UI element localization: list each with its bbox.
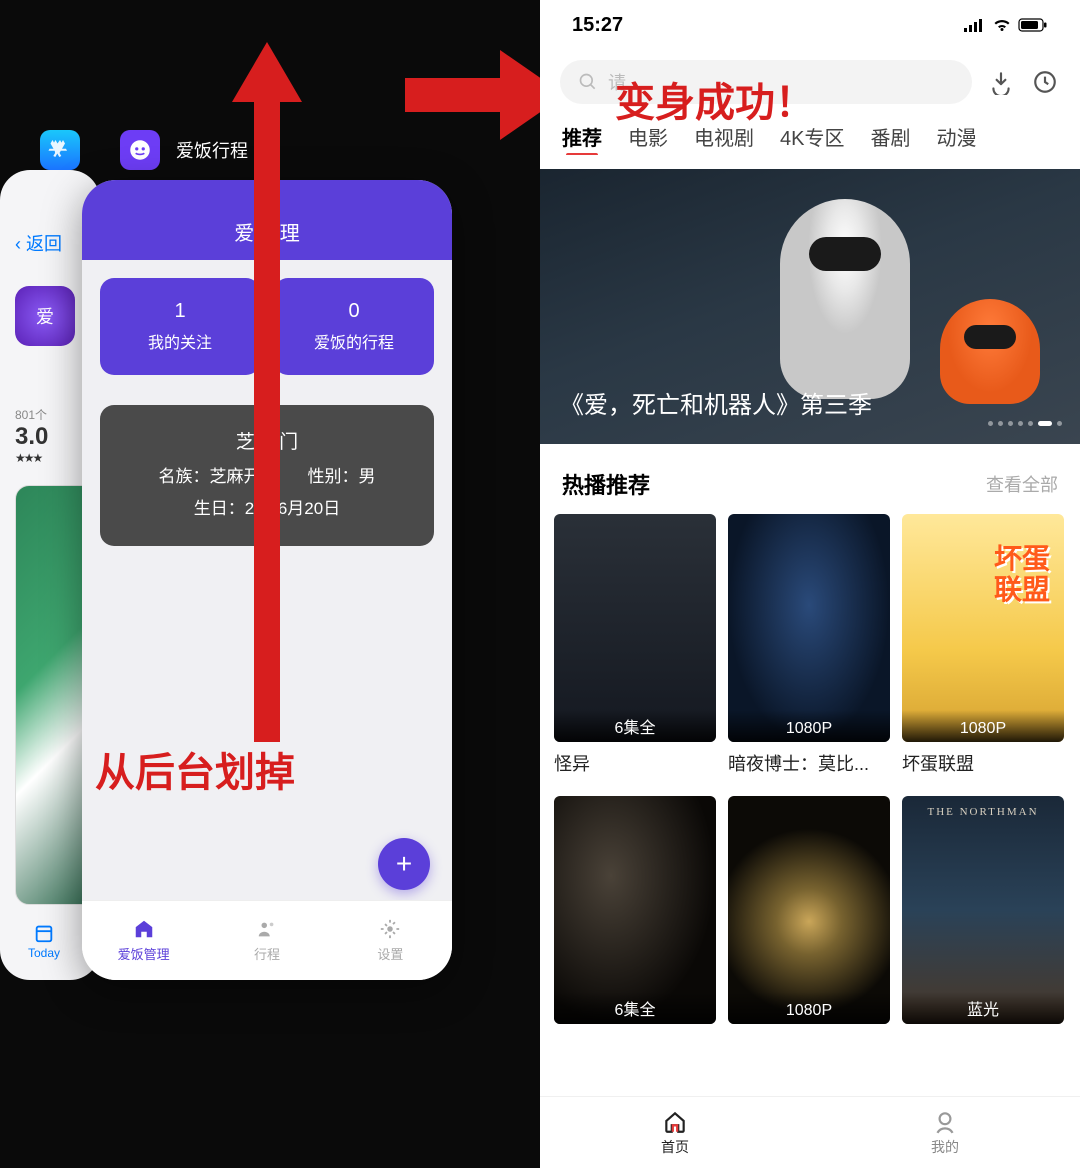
app-avatar: 爱 (15, 286, 75, 346)
right-screenshot: 15:27 请 推荐 电影 电视剧 4K专区 番剧 动漫 《爱，死亡和机器人》第… (540, 0, 1080, 1168)
view-all-link[interactable]: 查看全部 (986, 471, 1058, 497)
search-icon (578, 72, 598, 92)
poster-card[interactable]: 1080P 坏蛋联盟 (902, 514, 1064, 776)
download-icon[interactable] (986, 67, 1016, 97)
switcher-icon-row: 爱饭行程 (40, 130, 248, 170)
battery-icon (1018, 18, 1048, 32)
poster-card[interactable]: 1080P 暗夜博士：莫比... (728, 514, 890, 776)
poster-card[interactable]: 1080P (728, 796, 890, 1024)
tab-anime[interactable]: 动漫 (936, 122, 976, 151)
rating-stars: ★★★ (15, 451, 85, 465)
arrow-up-icon (232, 42, 302, 742)
wifi-icon (992, 17, 1012, 33)
poster-card[interactable]: 6集全 怪异 (554, 514, 716, 776)
banner-robot-orange (940, 299, 1040, 404)
annotation-swipe-away: 从后台划掉 (95, 740, 295, 798)
banner-pagination (988, 421, 1062, 426)
section-title: 热播推荐 (562, 468, 650, 500)
hero-banner[interactable]: 《爱，死亡和机器人》第三季 (540, 169, 1080, 444)
nav-mine[interactable]: 我的 (810, 1097, 1080, 1168)
poster-card[interactable]: 蓝光 (902, 796, 1064, 1024)
aifan-app-icon (120, 130, 160, 170)
history-icon[interactable] (1030, 67, 1060, 97)
nav-home[interactable]: 首页 (540, 1097, 810, 1168)
poster-row-2: 6集全 1080P 蓝光 (540, 796, 1080, 1024)
poster-row-1: 6集全 怪异 1080P 暗夜博士：莫比... 1080P 坏蛋联盟 (540, 514, 1080, 776)
banner-robot-white (780, 199, 910, 399)
add-fab-button[interactable]: + (378, 838, 430, 890)
tab-schedule[interactable]: 行程 (205, 901, 328, 980)
tab-manage[interactable]: 爱饭管理 (82, 901, 205, 980)
bottom-navigation: 首页 我的 (540, 1096, 1080, 1168)
status-time: 15:27 (572, 14, 623, 37)
appstore-icon (40, 130, 80, 170)
rating-value: 3.0 (15, 423, 85, 451)
back-link[interactable]: ‹ 返回 (15, 234, 62, 254)
banner-title: 《爱，死亡和机器人》第三季 (560, 385, 872, 420)
tab-recommend[interactable]: 推荐 (562, 122, 602, 151)
signal-icon (964, 18, 986, 32)
tab-settings[interactable]: 设置 (329, 901, 452, 980)
annotation-transform-success: 变身成功！ (615, 70, 815, 128)
bottom-tabbar: 爱饭管理 行程 设置 (82, 900, 452, 980)
status-bar: 15:27 (540, 0, 1080, 50)
reviews-count: 801个 (15, 406, 85, 423)
tab-fanju[interactable]: 番剧 (870, 122, 910, 151)
tab-today[interactable]: Today (28, 922, 60, 960)
poster-card[interactable]: 6集全 (554, 796, 716, 1024)
